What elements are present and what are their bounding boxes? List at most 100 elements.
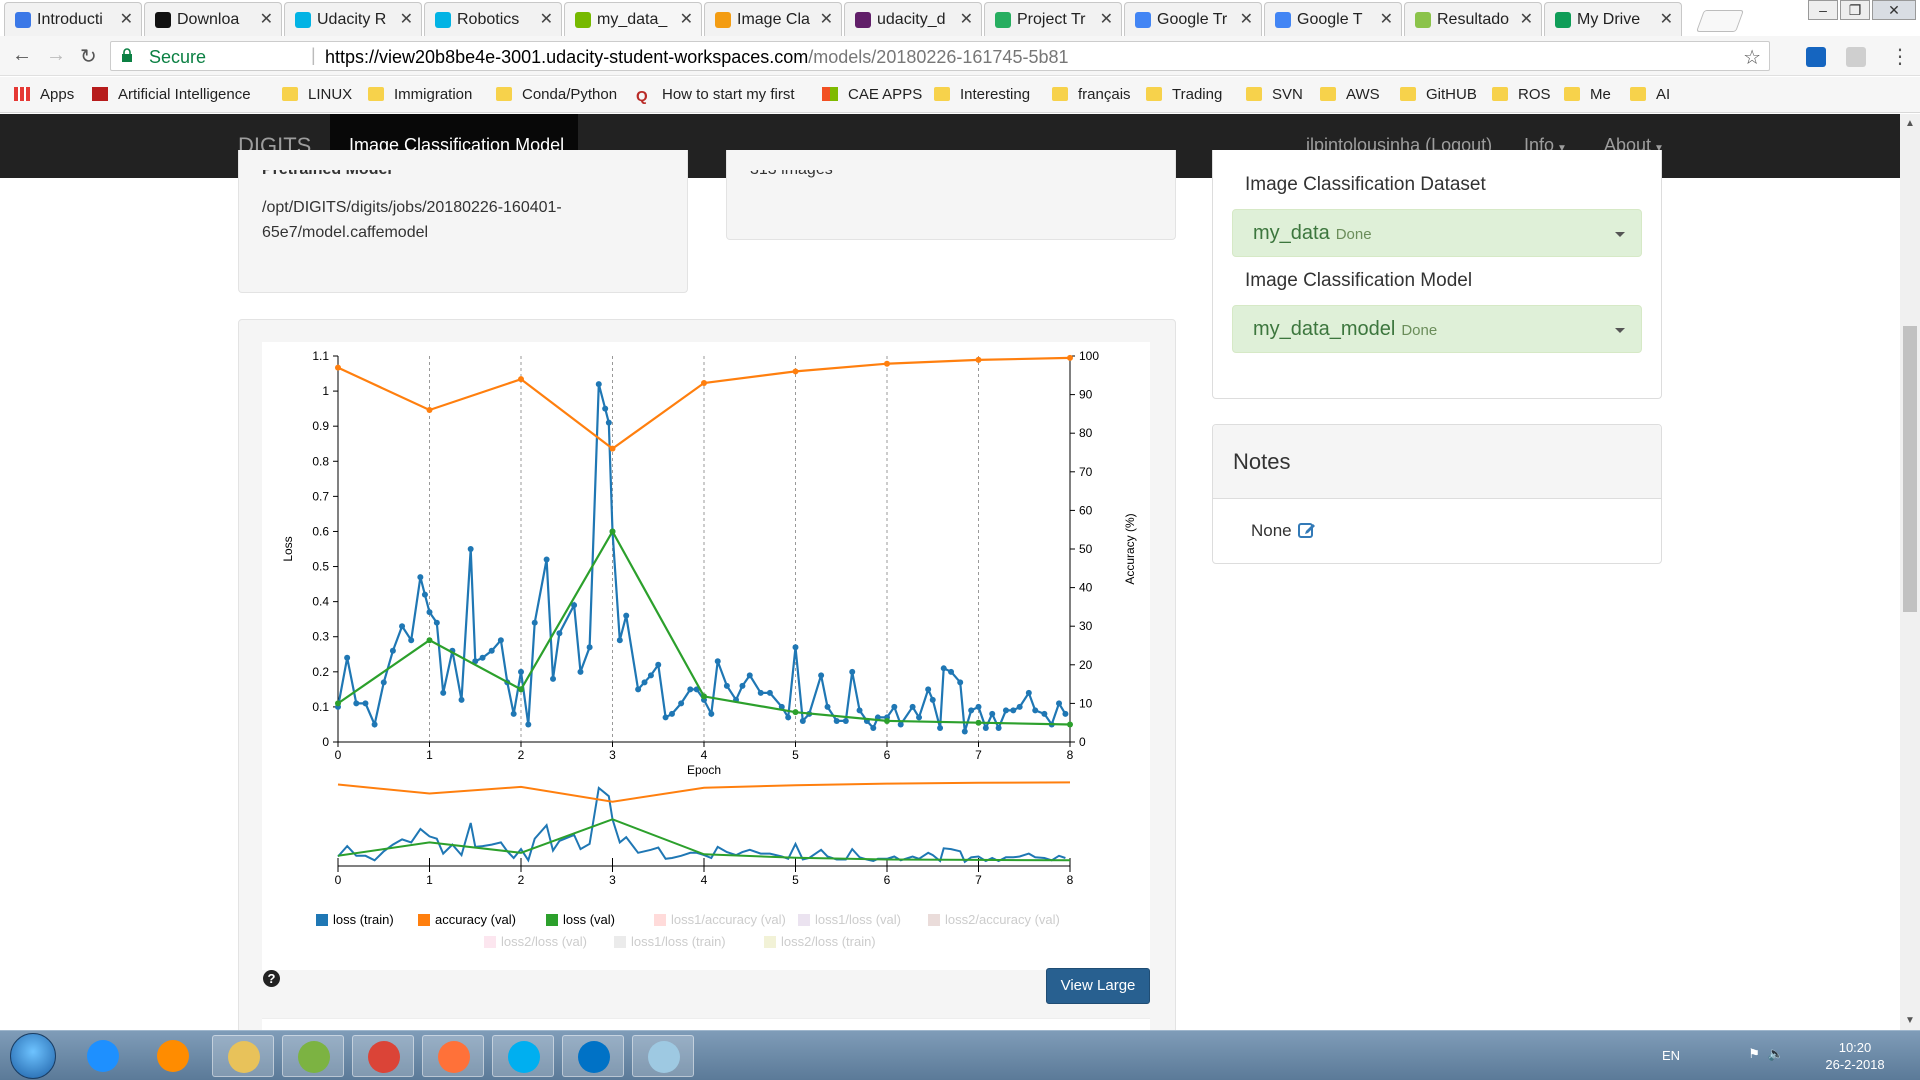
data-point [668, 710, 675, 717]
bookmark-label: Trading [1172, 86, 1223, 103]
help-icon[interactable]: ? [263, 970, 280, 987]
tab-title: Downloa [177, 11, 240, 28]
page-scrollbar[interactable]: ▲ ▼ [1900, 114, 1920, 1030]
tab-close-icon[interactable]: ✕ [960, 9, 973, 29]
bookmark-label: LINUX [308, 86, 353, 103]
close-window-button[interactable]: ✕ [1872, 0, 1916, 20]
browser-tab[interactable]: Project Tr ✕ [984, 2, 1122, 36]
tab-close-icon[interactable]: ✕ [260, 9, 273, 29]
training-chart-svg[interactable]: 0 1 2 3 4 5 6 7 800.10.20.30.40.50.60.70.80.911.… [262, 342, 1150, 970]
tab-title: Udacity R [317, 11, 387, 28]
browser-tab[interactable]: my_data_ ✕ [564, 2, 702, 36]
legend-item[interactable]: loss1/loss (train) [631, 934, 726, 949]
browser-tab[interactable]: Introducti ✕ [4, 2, 142, 36]
taskbar-misc-app-icon[interactable] [632, 1035, 694, 1077]
bookmark-item[interactable]: AI [1630, 86, 1670, 103]
bookmark-item[interactable]: ROS [1492, 86, 1551, 103]
tab-close-icon[interactable]: ✕ [1100, 9, 1113, 29]
data-point [595, 381, 602, 388]
bookmark-item[interactable]: CAE APPS [822, 86, 922, 103]
taskbar-outlook-icon[interactable] [562, 1035, 624, 1077]
bookmark-item[interactable]: GitHUB [1400, 86, 1477, 103]
legend-item[interactable]: loss1/loss (val) [815, 912, 901, 927]
browser-tab[interactable]: Google T ✕ [1264, 2, 1402, 36]
bookmark-item[interactable]: LINUX [282, 86, 352, 103]
tray-flag-icon[interactable]: ⚑ [1748, 1046, 1760, 1062]
browser-tab[interactable]: Robotics ✕ [424, 2, 562, 36]
new-tab-button[interactable] [1695, 10, 1745, 32]
tray-volume-icon[interactable]: 🔈 [1768, 1046, 1784, 1062]
tab-close-icon[interactable]: ✕ [400, 9, 413, 29]
model-dropdown[interactable]: my_data_model Done [1232, 305, 1642, 353]
y2-tick-label: 20 [1079, 658, 1093, 672]
taskbar-explorer-icon[interactable] [212, 1035, 274, 1077]
bookmark-item[interactable]: Interesting [934, 86, 1030, 103]
scroll-down-arrow-icon: ▼ [1905, 1015, 1915, 1026]
legend-swatch [418, 914, 430, 926]
notes-value: None [1251, 521, 1292, 540]
legend-item[interactable]: accuracy (val) [435, 912, 516, 927]
bookmark-item[interactable]: Q How to start my first [636, 86, 795, 105]
minimize-button[interactable]: – [1808, 0, 1838, 20]
edit-icon[interactable] [1298, 521, 1316, 539]
browser-tab[interactable]: Google Tr ✕ [1124, 2, 1262, 36]
bookmark-item[interactable]: Conda/Python [496, 86, 617, 103]
bookmark-label: ROS [1518, 86, 1551, 103]
browser-tab[interactable]: udacity_d ✕ [844, 2, 982, 36]
extension-pdf-icon[interactable] [1846, 47, 1866, 67]
tab-close-icon[interactable]: ✕ [820, 9, 833, 29]
legend-item[interactable]: loss2/loss (train) [781, 934, 876, 949]
legend-item[interactable]: loss1/accuracy (val) [671, 912, 786, 927]
bookmark-item[interactable]: Trading [1146, 86, 1222, 103]
forward-arrow-icon[interactable]: → [46, 44, 66, 67]
tab-close-icon[interactable]: ✕ [1520, 9, 1533, 29]
browser-tab[interactable]: Udacity R ✕ [284, 2, 422, 36]
browser-tab[interactable]: Resultado ✕ [1404, 2, 1542, 36]
bookmark-item[interactable]: Immigration [368, 86, 472, 103]
bookmark-item[interactable]: Me [1564, 86, 1611, 103]
extension-chart-icon[interactable] [1806, 47, 1826, 67]
browser-tab[interactable]: Downloa ✕ [144, 2, 282, 36]
tab-close-icon[interactable]: ✕ [120, 9, 133, 29]
bookmark-item[interactable]: SVN [1246, 86, 1303, 103]
address-bar[interactable]: Secure | https://view20b8be4e-3001.udaci… [110, 41, 1770, 71]
browser-tab[interactable]: My Drive ✕ [1544, 2, 1682, 36]
taskbar-firefox-icon[interactable] [422, 1035, 484, 1077]
bookmark-item[interactable]: français [1052, 86, 1131, 103]
taskbar-notepad-app-icon[interactable] [282, 1035, 344, 1077]
taskbar-media-player-icon[interactable] [142, 1035, 204, 1077]
data-point [897, 721, 904, 728]
legend-item[interactable]: loss2/loss (val) [501, 934, 587, 949]
scrollbar-thumb[interactable] [1903, 326, 1917, 612]
legend-item[interactable]: loss2/accuracy (val) [945, 912, 1060, 927]
bookmark-item[interactable]: Artificial Intelligence [92, 86, 251, 103]
taskbar-skype-icon[interactable] [492, 1035, 554, 1077]
legend-item[interactable]: loss (train) [333, 912, 394, 927]
back-arrow-icon[interactable]: ← [12, 44, 32, 67]
legend-item[interactable]: loss (val) [563, 912, 615, 927]
y2-tick-label: 90 [1079, 388, 1093, 402]
data-point [335, 364, 341, 371]
bookmark-item[interactable]: AWS [1320, 86, 1380, 103]
taskbar-ie-icon[interactable] [72, 1035, 134, 1077]
reload-icon[interactable]: ↻ [80, 44, 97, 69]
menu-kebab-icon[interactable]: ⋮ [1890, 44, 1910, 69]
tab-close-icon[interactable]: ✕ [540, 9, 553, 29]
tab-close-icon[interactable]: ✕ [1240, 9, 1253, 29]
maximize-button[interactable]: ❐ [1840, 0, 1870, 20]
data-point [989, 710, 996, 717]
clock[interactable]: 10:20 26-2-2018 [1810, 1039, 1900, 1073]
tab-close-icon[interactable]: ✕ [1660, 9, 1673, 29]
data-point [353, 700, 360, 707]
view-large-button[interactable]: View Large [1046, 968, 1150, 1004]
tab-close-icon[interactable]: ✕ [1380, 9, 1393, 29]
data-point [662, 714, 669, 721]
browser-tab[interactable]: Image Cla ✕ [704, 2, 842, 36]
bookmark-star-icon[interactable]: ☆ [1743, 45, 1761, 70]
taskbar-chrome-icon[interactable] [352, 1035, 414, 1077]
bookmark-item[interactable]: Apps [14, 86, 74, 103]
windows-start-button[interactable] [10, 1033, 56, 1079]
language-indicator[interactable]: EN [1662, 1048, 1680, 1063]
dataset-dropdown[interactable]: my_data Done [1232, 209, 1642, 257]
tab-close-icon[interactable]: ✕ [680, 9, 693, 29]
